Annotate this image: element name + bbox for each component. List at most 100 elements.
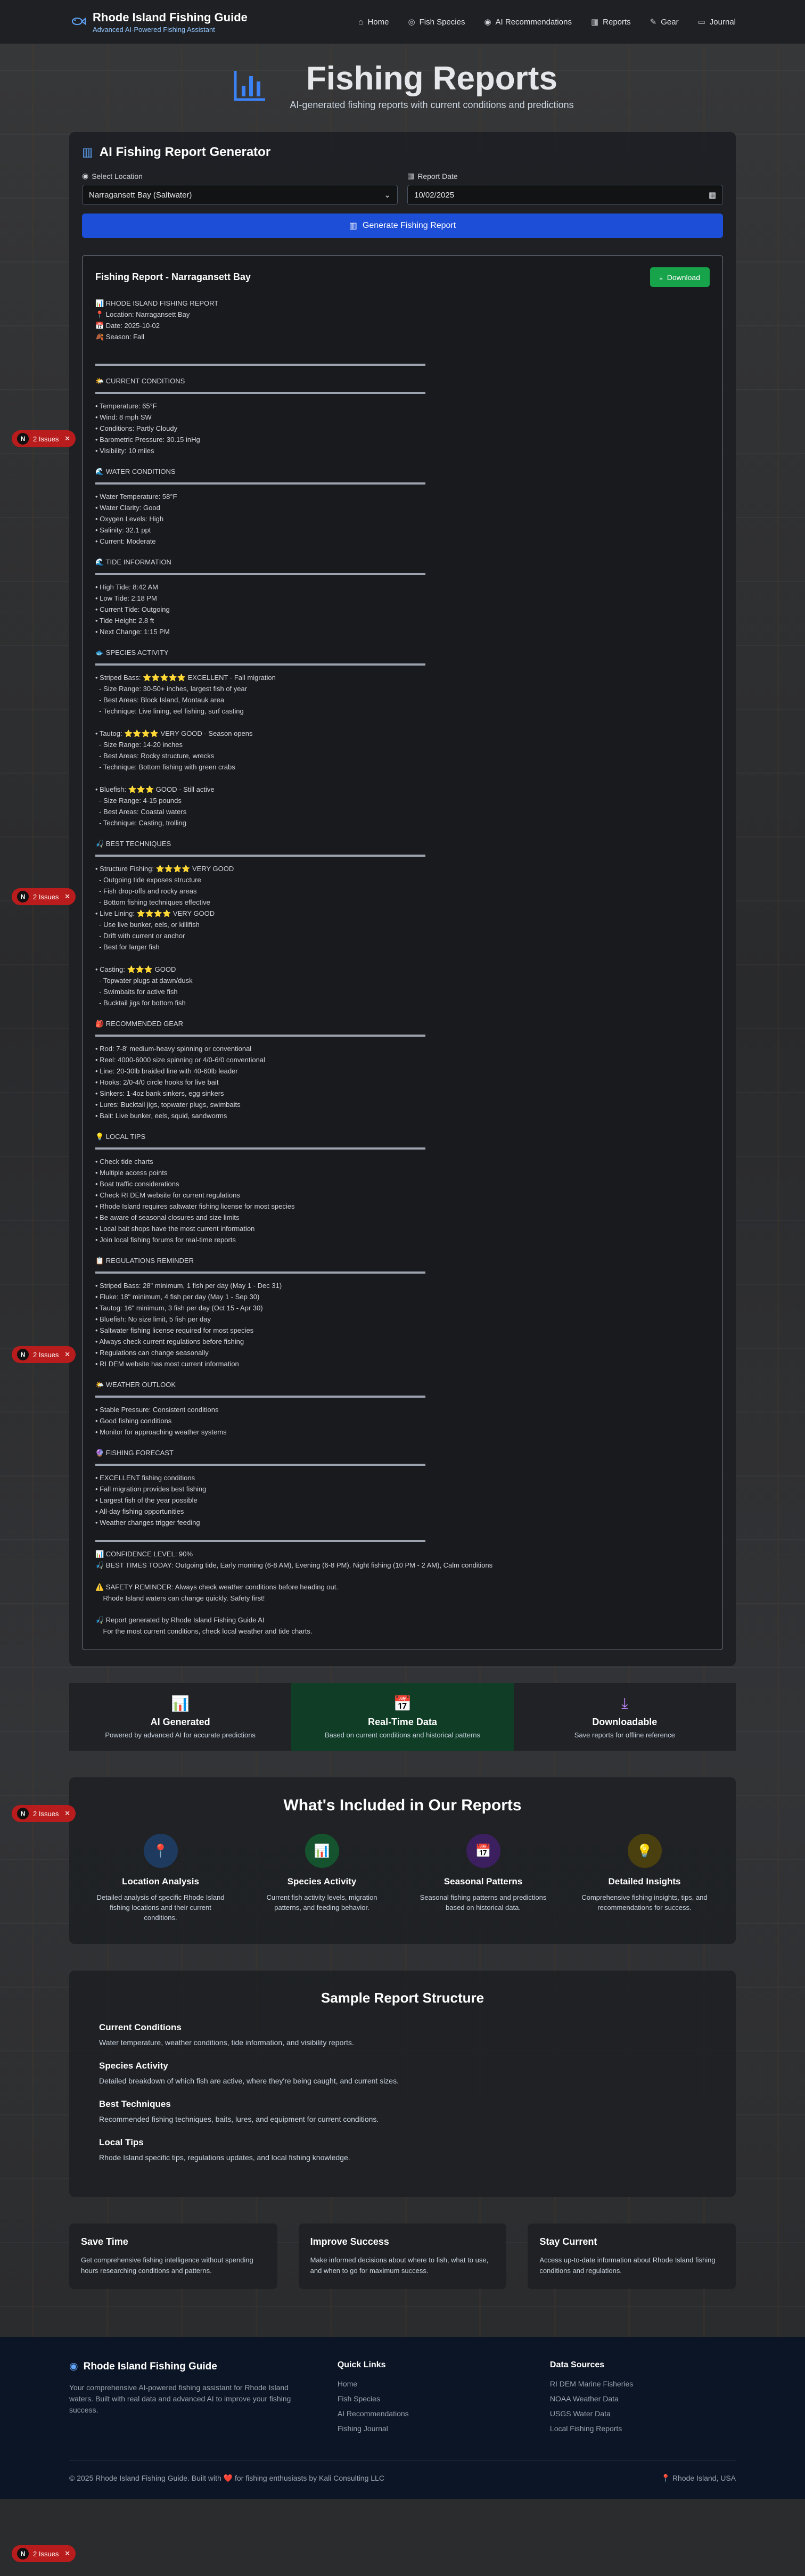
- data-source-link[interactable]: RI DEM Marine Fisheries: [550, 2380, 736, 2388]
- issues-badge[interactable]: N 2 Issues ✕: [12, 430, 76, 447]
- feature-title: AI Generated: [150, 1717, 210, 1727]
- feature-strip: 📊 AI Generated Powered by advanced AI fo…: [69, 1683, 736, 1751]
- close-icon[interactable]: ✕: [64, 1350, 70, 1359]
- date-input[interactable]: 10/02/2025 ▦: [407, 185, 723, 205]
- issues-badge[interactable]: N 2 Issues ✕: [12, 1346, 76, 1363]
- safety-reminder: ⚠️ SAFETY REMINDER: Always check weather…: [95, 1583, 338, 1602]
- report-section-heading: 📋 REGULATIONS REMINDER: [95, 1257, 194, 1265]
- gear-icon: ✎: [650, 18, 657, 27]
- issues-label: 2 Issues: [33, 1350, 59, 1359]
- data-source-link[interactable]: NOAA Weather Data: [550, 2394, 736, 2403]
- nav-link-gear[interactable]: ✎ Gear: [650, 17, 679, 27]
- close-icon[interactable]: ✕: [64, 1809, 70, 1818]
- nav-link-label: AI Recommendations: [495, 17, 572, 27]
- top-navbar: Rhode Island Fishing Guide Advanced AI-P…: [0, 0, 805, 44]
- included-item: 📊 Species Activity Current fish activity l…: [247, 1834, 397, 1923]
- brand-subtitle: Advanced AI-Powered Fishing Assistant: [93, 25, 215, 34]
- bar-chart-icon: [231, 67, 268, 104]
- footer-heading: Data Sources: [549, 2360, 605, 2369]
- confidence-text: 📊 CONFIDENCE LEVEL: 90% 🎣 BEST TIMES TOD…: [95, 1550, 493, 1569]
- data-source-link[interactable]: Local Fishing Reports: [550, 2424, 736, 2433]
- feature-title: Real-Time Data: [368, 1717, 437, 1727]
- nav-link-home[interactable]: ⌂ Home: [358, 17, 389, 27]
- included-desc: Seasonal fishing patterns and prediction…: [420, 1893, 547, 1912]
- feature-real-time-data: 📅 Real-Time Data Based on current condit…: [291, 1683, 514, 1751]
- issues-label: 2 Issues: [33, 2549, 59, 2558]
- generate-report-button[interactable]: ▥ Generate Fishing Report: [82, 214, 723, 238]
- divider: [95, 364, 425, 366]
- included-title: Seasonal Patterns: [443, 1876, 523, 1886]
- report-section: 🌊 WATER CONDITIONS • Water Temperature: 5…: [95, 466, 710, 547]
- nav-link-reports[interactable]: ▥ Reports: [591, 17, 631, 27]
- brand-title: Rhode Island Fishing Guide: [93, 10, 248, 24]
- benefit-title: Save Time: [81, 2236, 128, 2247]
- feature-ai-generated: 📊 AI Generated Powered by advanced AI fo…: [69, 1683, 292, 1751]
- footer-link[interactable]: Home: [338, 2380, 523, 2388]
- report-footer-note: 🎣 Report generated by Rhode Island Fishi…: [95, 1616, 313, 1635]
- included-title: Species Activity: [287, 1876, 357, 1886]
- sample-item: Current Conditions Water temperature, wea…: [99, 2022, 706, 2047]
- hero: Fishing Reports AI-generated fishing rep…: [0, 44, 805, 132]
- footer-link[interactable]: Fish Species: [338, 2394, 523, 2403]
- footer-link[interactable]: AI Recommendations: [338, 2409, 523, 2418]
- sample-item-desc: Rhode Island specific tips, regulations …: [99, 2153, 350, 2162]
- nav-link-label: Gear: [661, 17, 679, 27]
- sample-item-title: Best Techniques: [99, 2099, 171, 2109]
- sample-item-desc: Water temperature, weather conditions, t…: [99, 2038, 354, 2047]
- sample-item: Local Tips Rhode Island specific tips, re…: [99, 2137, 706, 2162]
- data-source-link[interactable]: USGS Water Data: [550, 2409, 736, 2418]
- page-subtitle: AI-generated fishing reports with curren…: [290, 100, 574, 110]
- issues-label: 2 Issues: [33, 1809, 59, 1818]
- calendar-icon[interactable]: ▦: [709, 190, 716, 200]
- report-section-heading: 🐟 SPECIES ACTIVITY: [95, 649, 169, 657]
- close-icon[interactable]: ✕: [64, 892, 70, 901]
- report-section-body: • Stable Pressure: Consistent conditions…: [95, 1406, 227, 1436]
- report-title: Fishing Report - Narragansett Bay: [95, 272, 251, 282]
- benefit-title: Improve Success: [310, 2236, 389, 2247]
- close-icon[interactable]: ✕: [64, 2549, 70, 2558]
- included-title: Location Analysis: [122, 1876, 199, 1886]
- divider: [95, 1540, 425, 1542]
- issues-badge[interactable]: N 2 Issues ✕: [12, 888, 76, 905]
- report-section-body: • Temperature: 65°F • Wind: 8 mph SW • C…: [95, 402, 200, 455]
- footer-description: Your comprehensive AI-powered fishing as…: [69, 2383, 291, 2414]
- report-intro: 📊 RHODE ISLAND FISHING REPORT 📍 Location…: [95, 299, 219, 341]
- nav-link-fish-species[interactable]: ◎ Fish Species: [408, 17, 465, 27]
- nav-links: ⌂ Home ◎ Fish Species ◉ AI Recommendations …: [358, 17, 736, 27]
- benefits-section: Save Time Get comprehensive fishing inte…: [69, 2224, 736, 2289]
- bar-chart-icon: ▥: [82, 145, 93, 159]
- footer-link[interactable]: Fishing Journal: [338, 2424, 523, 2433]
- issues-badge[interactable]: N 2 Issues ✕: [12, 1805, 76, 1822]
- report-section-heading: 🌊 TIDE INFORMATION: [95, 558, 171, 566]
- bar-chart-icon: 📊: [171, 1695, 190, 1712]
- issues-label: 2 Issues: [33, 892, 59, 901]
- download-label: Download: [667, 273, 700, 282]
- lightbulb-icon: 💡: [627, 1834, 662, 1868]
- brand[interactable]: Rhode Island Fishing Guide Advanced AI-P…: [69, 11, 248, 34]
- download-button[interactable]: ⤓ Download: [650, 267, 710, 287]
- location-select[interactable]: Narragansett Bay (Saltwater) ⌄: [82, 185, 398, 205]
- date-label-text: Report Date: [417, 171, 458, 181]
- feature-desc: Based on current conditions and historic…: [325, 1731, 480, 1739]
- journal-icon: ▭: [697, 18, 705, 27]
- benefit-desc: Access up-to-date information about Rhod…: [539, 2256, 716, 2275]
- nav-link-ai-recommendations[interactable]: ◉ AI Recommendations: [484, 17, 572, 27]
- issue-letter: N: [17, 891, 29, 903]
- nav-link-journal[interactable]: ▭ Journal: [698, 17, 736, 27]
- benefit-desc: Get comprehensive fishing intelligence w…: [81, 2256, 253, 2275]
- feature-downloadable: ⤓ Downloadable Save reports for offline …: [513, 1683, 736, 1751]
- sample-item: Best Techniques Recommended fishing techn…: [99, 2099, 706, 2123]
- report-generator-card: ▥ AI Fishing Report Generator ◉ Select Lo…: [69, 132, 736, 1666]
- issues-badge[interactable]: N 2 Issues ✕: [12, 2545, 76, 2562]
- download-icon: ⤓: [659, 273, 663, 281]
- issue-letter: N: [17, 433, 29, 445]
- included-item: 📍 Location Analysis Detailed analysis of s…: [85, 1834, 236, 1923]
- chart-icon: 📊: [305, 1834, 339, 1868]
- close-icon[interactable]: ✕: [64, 434, 70, 443]
- report-section: 💡 LOCAL TIPS • Check tide charts • Multip…: [95, 1131, 710, 1245]
- divider: [95, 482, 425, 485]
- report-section-heading: 🌊 WATER CONDITIONS: [95, 467, 176, 475]
- report-section-body: • Structure Fishing: ⭐⭐⭐⭐ VERY GOOD - Ou…: [95, 865, 234, 1007]
- location-label-text: Select Location: [92, 171, 143, 181]
- download-icon: ⤓: [621, 1695, 628, 1711]
